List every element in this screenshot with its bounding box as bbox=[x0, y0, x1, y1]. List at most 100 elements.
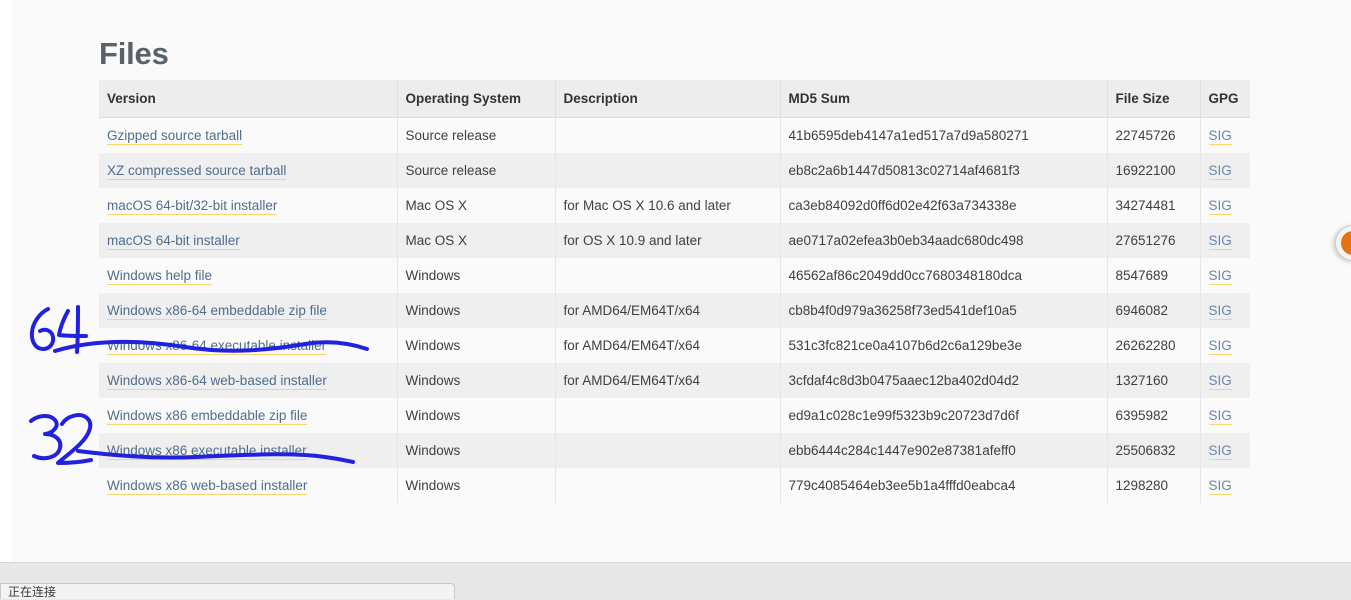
column-header-desc: Description bbox=[555, 80, 781, 118]
gpg-sig-link[interactable]: SIG bbox=[1208, 443, 1232, 460]
cell-operating-system: Windows bbox=[397, 398, 556, 433]
table-row: Gzipped source tarball Source release 41b6… bbox=[99, 117, 1250, 154]
cell-description: for Mac OS X 10.6 and later bbox=[555, 188, 781, 223]
gpg-sig-link[interactable]: SIG bbox=[1208, 128, 1232, 145]
cell-file-size: 6946082 bbox=[1107, 293, 1201, 328]
cell-file-size: 1327160 bbox=[1107, 363, 1201, 398]
files-table-body: Gzipped source tarball Source release 41b6… bbox=[99, 117, 1250, 503]
cell-file-size: 8547689 bbox=[1107, 258, 1201, 293]
cell-file-size: 22745726 bbox=[1107, 117, 1201, 153]
cell-operating-system: Source release bbox=[397, 153, 556, 188]
column-header-size: File Size bbox=[1107, 80, 1201, 118]
table-row: macOS 64-bit/32-bit installer Mac OS Xfor… bbox=[99, 188, 1250, 223]
version-download-link[interactable]: Windows x86 web-based installer bbox=[107, 478, 308, 495]
cell-operating-system: Windows bbox=[397, 293, 556, 328]
cell-file-size: 16922100 bbox=[1107, 153, 1201, 188]
cell-md5-sum: ca3eb84092d0ff6d02e42f63a734338e bbox=[780, 188, 1108, 223]
cell-md5-sum: cb8b4f0d979a36258f73ed541def10a5 bbox=[780, 293, 1108, 328]
column-header-version: Version bbox=[99, 80, 398, 118]
cell-md5-sum: ebb6444c284c1447e902e87381afeff0 bbox=[780, 433, 1108, 468]
cell-md5-sum: ae0717a02efea3b0eb34aadc680dc498 bbox=[780, 223, 1108, 258]
version-download-link[interactable]: Gzipped source tarball bbox=[107, 128, 243, 145]
cell-version: Windows help file bbox=[99, 258, 398, 293]
page-title: Files bbox=[99, 35, 169, 71]
status-tip-box bbox=[0, 583, 455, 599]
gpg-sig-link[interactable]: SIG bbox=[1208, 233, 1232, 250]
version-download-link[interactable]: macOS 64-bit installer bbox=[107, 233, 240, 250]
cell-version: Windows x86 embeddable zip file bbox=[99, 398, 398, 433]
cell-version: macOS 64-bit installer bbox=[99, 223, 398, 258]
cell-operating-system: Windows bbox=[397, 328, 556, 363]
floating-action-icon bbox=[1341, 231, 1351, 255]
files-table: Version Operating System Description MD5… bbox=[99, 80, 1250, 503]
gpg-sig-link[interactable]: SIG bbox=[1208, 373, 1232, 390]
cell-md5-sum: 779c4085464eb3ee5b1a4fffd0eabca4 bbox=[780, 468, 1108, 503]
browser-page: Files Version Operating System Descripti… bbox=[0, 0, 1351, 599]
cell-version: Windows x86-64 web-based installer bbox=[99, 363, 398, 398]
table-row: macOS 64-bit installer Mac OS Xfor OS X 1… bbox=[99, 223, 1250, 258]
cell-description: for OS X 10.9 and later bbox=[555, 223, 781, 258]
cell-operating-system: Mac OS X bbox=[397, 223, 556, 258]
cell-file-size: 1298280 bbox=[1107, 468, 1201, 503]
version-download-link[interactable]: XZ compressed source tarball bbox=[107, 163, 287, 180]
cell-description: for AMD64/EM64T/x64 bbox=[555, 328, 781, 363]
version-download-link[interactable]: Windows x86-64 web-based installer bbox=[107, 373, 327, 390]
gpg-sig-link[interactable]: SIG bbox=[1208, 338, 1232, 355]
cell-md5-sum: 46562af86c2049dd0cc7680348180dca bbox=[780, 258, 1108, 293]
version-download-link[interactable]: Windows x86 executable installer bbox=[107, 443, 307, 460]
cell-operating-system: Windows bbox=[397, 258, 556, 293]
gpg-sig-link[interactable]: SIG bbox=[1208, 303, 1232, 320]
status-tip-text: 正在连接 bbox=[8, 585, 57, 599]
cell-gpg: SIG bbox=[1200, 468, 1250, 503]
cell-gpg: SIG bbox=[1200, 398, 1250, 433]
cell-gpg: SIG bbox=[1200, 153, 1250, 188]
gpg-sig-link[interactable]: SIG bbox=[1208, 478, 1232, 495]
gpg-sig-link[interactable]: SIG bbox=[1208, 408, 1232, 425]
cell-gpg: SIG bbox=[1200, 293, 1250, 328]
cell-description bbox=[555, 398, 781, 433]
cell-version: Gzipped source tarball bbox=[99, 117, 398, 153]
table-row: Windows x86 executable installer Windows e… bbox=[99, 433, 1250, 468]
cell-file-size: 6395982 bbox=[1107, 398, 1201, 433]
cell-description bbox=[555, 258, 781, 293]
column-header-md5: MD5 Sum bbox=[780, 80, 1108, 118]
gpg-sig-link[interactable]: SIG bbox=[1208, 268, 1232, 285]
cell-operating-system: Windows bbox=[397, 363, 556, 398]
version-download-link[interactable]: Windows help file bbox=[107, 268, 213, 285]
cell-description bbox=[555, 433, 781, 468]
cell-operating-system: Source release bbox=[397, 117, 556, 153]
cell-gpg: SIG bbox=[1200, 363, 1250, 398]
cell-gpg: SIG bbox=[1200, 118, 1250, 154]
table-row: XZ compressed source tarball Source relea… bbox=[99, 153, 1250, 188]
cell-version: Windows x86-64 embeddable zip file bbox=[99, 293, 398, 328]
version-download-link[interactable]: Windows x86-64 embeddable zip file bbox=[107, 303, 327, 320]
cell-gpg: SIG bbox=[1200, 223, 1250, 258]
cell-version: Windows x86 web-based installer bbox=[99, 468, 398, 503]
table-row: Windows x86 embeddable zip file Windows ed… bbox=[99, 398, 1250, 433]
cell-description bbox=[555, 468, 781, 503]
cell-md5-sum: eb8c2a6b1447d50813c02714af4681f3 bbox=[780, 153, 1108, 188]
version-download-link[interactable]: macOS 64-bit/32-bit installer bbox=[107, 198, 278, 215]
column-header-gpg: GPG bbox=[1200, 80, 1250, 118]
cell-operating-system: Mac OS X bbox=[397, 188, 556, 223]
cell-file-size: 27651276 bbox=[1107, 223, 1201, 258]
cell-file-size: 26262280 bbox=[1107, 328, 1201, 363]
table-row: Windows x86-64 embeddable zip file Window… bbox=[99, 293, 1250, 328]
cell-description bbox=[555, 153, 781, 188]
column-header-os: Operating System bbox=[397, 80, 556, 118]
gpg-sig-link[interactable]: SIG bbox=[1208, 198, 1232, 215]
cell-md5-sum: 531c3fc821ce0a4107b6d2c6a129be3e bbox=[780, 328, 1108, 363]
cell-description: for AMD64/EM64T/x64 bbox=[555, 363, 781, 398]
cell-md5-sum: ed9a1c028c1e99f5323b9c20723d7d6f bbox=[780, 398, 1108, 433]
version-download-link[interactable]: Windows x86-64 executable installer bbox=[107, 338, 327, 355]
cell-version: Windows x86-64 executable installer bbox=[99, 328, 398, 363]
cell-version: XZ compressed source tarball bbox=[99, 153, 398, 188]
cell-gpg: SIG bbox=[1200, 328, 1250, 363]
gpg-sig-link[interactable]: SIG bbox=[1208, 163, 1232, 180]
cell-version: Windows x86 executable installer bbox=[99, 433, 398, 468]
cell-description: for AMD64/EM64T/x64 bbox=[555, 293, 781, 328]
cell-gpg: SIG bbox=[1200, 188, 1250, 223]
cell-md5-sum: 41b6595deb4147a1ed517a7d9a580271 bbox=[780, 117, 1108, 153]
version-download-link[interactable]: Windows x86 embeddable zip file bbox=[107, 408, 308, 425]
cell-gpg: SIG bbox=[1200, 258, 1250, 293]
